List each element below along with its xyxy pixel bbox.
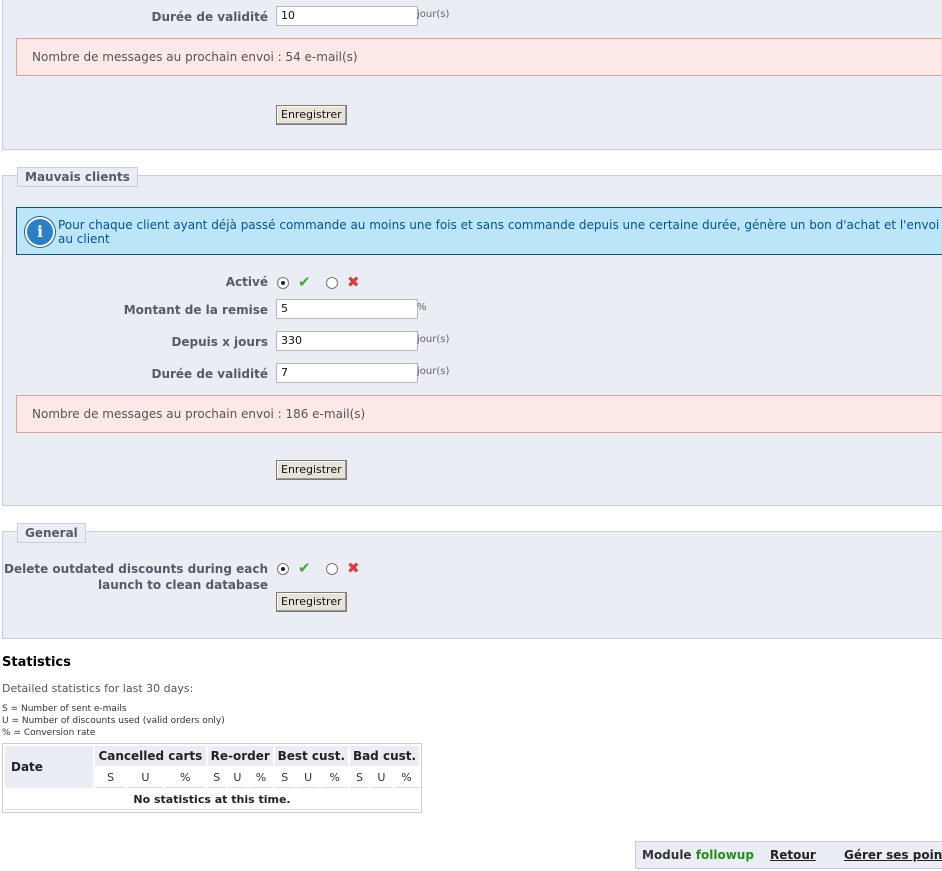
sub-col: % [164,768,206,788]
days-unit: jour(s) [417,334,450,345]
fieldset-legend: General [17,523,86,543]
validity-input[interactable] [276,363,418,383]
module-label: Module followup [642,848,754,862]
warning-box: Nombre de messages au prochain envoi : 1… [16,395,942,433]
sub-col: U [227,768,248,788]
discount-unit: % [417,302,427,313]
sub-col: S [95,768,127,788]
top-fieldset: Durée de validité jour(s) Nombre de mess… [2,0,942,150]
active-row: Activé ✔ ✖ [3,273,942,295]
info-box: i Pour chaque client ayant déjà passé co… [16,207,942,255]
fieldset-legend: Mauvais clients [17,167,138,187]
statistics-legend: S = Number of sent e-mails U = Number of… [2,703,225,739]
module-bar: Module followup Retour Gérer ses points [635,841,942,869]
info-icon: i [25,217,55,247]
save-button[interactable]: Enregistrer [276,460,347,480]
col-group: Re-order [207,746,273,766]
legend-u: U = Number of discounts used (valid orde… [2,716,225,726]
days-input[interactable] [276,331,418,351]
sub-col: % [393,768,419,788]
module-prefix: Module [642,848,692,862]
active-label: Activé [225,275,268,289]
save-button[interactable]: Enregistrer [276,105,347,125]
validity-input[interactable] [276,6,418,26]
check-icon: ✔ [298,273,311,291]
col-group: Cancelled carts [95,746,206,766]
warning-text: Nombre de messages au prochain envoi : 5… [32,50,358,64]
discount-row: Montant de la remise % [3,299,942,321]
sub-col: % [321,768,348,788]
validity-unit: jour(s) [417,9,450,20]
validity-unit: jour(s) [417,366,450,377]
save-button[interactable]: Enregistrer [276,592,347,612]
legend-s: S = Number of sent e-mails [2,704,127,714]
module-name: followup [695,848,754,862]
col-group: Best cust. [274,746,348,766]
warning-box: Nombre de messages au prochain envoi : 5… [16,38,942,76]
col-group: Bad cust. [349,746,419,766]
legend-pct: % = Conversion rate [2,728,96,738]
days-row: Depuis x jours jour(s) [3,331,942,353]
active-yes-radio[interactable] [277,277,289,289]
statistics-subtitle: Detailed statistics for last 30 days: [2,682,194,695]
warning-text: Nombre de messages au prochain envoi : 1… [32,407,366,421]
manage-points-link[interactable]: Gérer ses points [844,848,942,862]
validity-label: Durée de validité [151,367,268,381]
discount-input[interactable] [276,299,418,319]
delete-no-radio[interactable] [326,563,338,575]
bad-clients-fieldset: Mauvais clients i Pour chaque client aya… [2,167,942,506]
statistics-title: Statistics [2,655,71,670]
general-fieldset: General Delete outdated discounts during… [2,523,942,639]
validity-row: Durée de validité jour(s) [3,363,942,385]
cross-icon: ✖ [347,273,360,291]
delete-outdated-row: Delete outdated discounts during each la… [3,559,942,593]
empty-message: No statistics at this time. [5,790,419,810]
sub-col: S [274,768,295,788]
cross-icon: ✖ [347,559,360,577]
sub-col: % [249,768,273,788]
sub-col: U [371,768,392,788]
col-date: Date [5,746,93,788]
statistics-table: Date Cancelled carts Re-order Best cust.… [2,743,422,813]
days-label: Depuis x jours [171,335,268,349]
label-line: Delete outdated discounts during each [4,562,268,576]
sub-col: U [128,768,163,788]
back-link[interactable]: Retour [770,848,816,862]
active-no-radio[interactable] [326,277,338,289]
label-line: launch to clean database [98,578,268,592]
discount-label: Montant de la remise [123,303,268,317]
validity-row: Durée de validité jour(s) [3,6,942,28]
validity-label: Durée de validité [151,10,268,24]
delete-yes-radio[interactable] [277,563,289,575]
check-icon: ✔ [298,559,311,577]
sub-col: S [349,768,369,788]
sub-col: S [207,768,226,788]
info-text: Pour chaque client ayant déjà passé comm… [58,218,940,246]
sub-col: U [296,768,320,788]
delete-outdated-label: Delete outdated discounts during each la… [4,561,268,593]
